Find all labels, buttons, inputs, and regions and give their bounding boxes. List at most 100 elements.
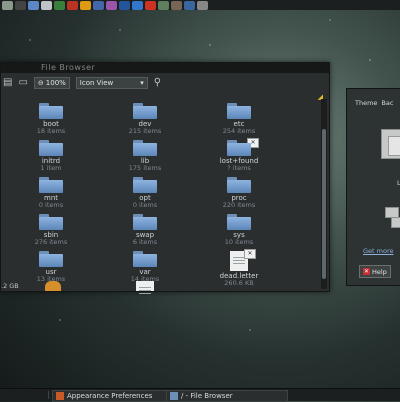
help-button[interactable]: ✕ Help [359,265,391,278]
taskbar-label: / - File Browser [181,392,233,400]
file-item[interactable]: mnt 0 items [11,177,91,209]
folder-icon [39,140,63,156]
bottom-panel: Appearance Preferences / - File Browser [0,388,400,402]
theme-preview[interactable] [381,129,400,159]
clock-icon[interactable] [197,0,208,10]
folder-icon [39,177,63,193]
file-item[interactable]: dev 215 items [105,103,185,135]
file-item-count: ? items [227,164,251,172]
document-icon: ✕ [230,249,256,271]
file-item-count: 18 items [36,127,66,135]
photo-icon[interactable] [93,0,104,10]
folder-icon [133,177,157,193]
office-icon[interactable] [132,0,143,10]
file-item-count: 10 items [224,238,254,246]
file-item[interactable]: ✕ lost+found? items [199,138,279,172]
file-browser-titlebar[interactable]: File Browser [1,63,329,73]
file-item[interactable]: initrd 1 item [11,140,91,172]
editor-icon[interactable] [145,0,156,10]
file-item-count: 254 items [222,127,256,135]
help-button-label: Help [372,267,387,276]
file-item[interactable]: var 14 items [105,251,185,283]
view-mode-select[interactable]: Icon View ▾ [75,77,148,89]
zoom-out-icon[interactable]: ⊖ [38,79,44,87]
calc-icon[interactable] [158,0,169,10]
file-item-count: 175 items [128,164,162,172]
appearance-tabs: Theme Bac [355,99,393,107]
folder-icon [39,214,63,230]
file-item-count: 215 items [128,127,162,135]
folder-icon [133,103,157,119]
file-item-count: 6 items [132,238,158,246]
globe-icon[interactable] [28,0,39,10]
status-bar-free-space: .2 GB [1,282,19,290]
folder-icon [227,214,251,230]
folder-icon [39,251,63,267]
home-icon[interactable] [2,0,13,10]
file-item[interactable]: usr 13 items [11,251,91,283]
file-item[interactable]: proc 220 items [199,177,279,209]
video-icon[interactable] [119,0,130,10]
no-access-icon: ✕ [247,138,259,148]
window-title: File Browser [41,63,96,72]
file-item[interactable]: opt 0 items [105,177,185,209]
panel-separator [48,391,49,399]
file-item[interactable]: lib 175 items [105,140,185,172]
tab-theme[interactable]: Theme [355,99,377,107]
search-icon[interactable]: ⚲ [154,77,161,89]
chevron-down-icon: ▾ [140,79,144,87]
file-item-partial-2[interactable] [105,281,185,295]
folder-icon [133,251,157,267]
file-item[interactable]: ✕ dead.letter 260.6 KB [199,249,279,287]
file-item-count: 260.6 KB [224,279,254,287]
media-icon[interactable] [67,0,78,10]
folder-icon [133,214,157,230]
no-access-icon: ✕ [244,249,256,259]
package-icon [45,281,61,291]
file-item-count: 220 items [222,201,256,209]
file-item[interactable]: sbin 276 items [11,214,91,246]
file-item-partial-1[interactable] [13,281,93,291]
computer-icon[interactable]: ▭ [18,77,27,89]
vertical-scrollbar[interactable] [321,99,327,289]
folder-icon [170,392,178,400]
file-browser-window: File Browser ▤ ▭ ⊖ 100% Icon View ▾ ⚲ ◢ … [0,62,330,295]
file-item-count: 1 item [40,164,62,172]
appearance-window: Theme Bac L Get more ✕ Help [346,88,400,286]
view-mode-value: Icon View [79,79,114,87]
get-more-themes-link[interactable]: Get more [363,247,394,255]
terminal-icon[interactable] [15,0,26,10]
file-item[interactable]: boot 18 items [11,103,91,135]
network-icon[interactable] [184,0,195,10]
document-icon [136,281,154,295]
scrollbar-thumb[interactable] [322,129,326,279]
zoom-control[interactable]: ⊖ 100% [33,77,70,89]
file-item[interactable]: etc 254 items [199,103,279,135]
tab-background[interactable]: Bac [381,99,393,107]
folder-up-icon[interactable]: ▤ [3,77,12,89]
top-panel [0,0,400,10]
image-icon[interactable] [106,0,117,10]
theme-preview-window [388,136,400,156]
mail-icon[interactable] [41,0,52,10]
help-icon: ✕ [363,268,370,275]
file-grid: boot 18 items dev 215 items etc 254 items init… [1,103,319,288]
taskbar-button-appearance[interactable]: Appearance Preferences [52,390,174,402]
taskbar-label: Appearance Preferences [67,392,153,400]
taskbar-button-file-browser[interactable]: / - File Browser [166,390,288,402]
file-item-count: 276 items [34,238,68,246]
folder-icon [227,177,251,193]
folder-icon [227,103,251,119]
appearance-app-icon [56,392,64,400]
settings-icon[interactable] [171,0,182,10]
file-item[interactable]: sys 10 items [199,214,279,246]
folder-icon [133,140,157,156]
file-item-count: 0 items [38,201,64,209]
theme-thumb-2[interactable] [391,217,400,228]
file-item[interactable]: swap 6 items [105,214,185,246]
chat-icon[interactable] [54,0,65,10]
file-item-count: 0 items [132,201,158,209]
music-icon[interactable] [80,0,91,10]
folder-icon: ✕ [227,138,259,156]
zoom-level: 100% [45,79,66,87]
